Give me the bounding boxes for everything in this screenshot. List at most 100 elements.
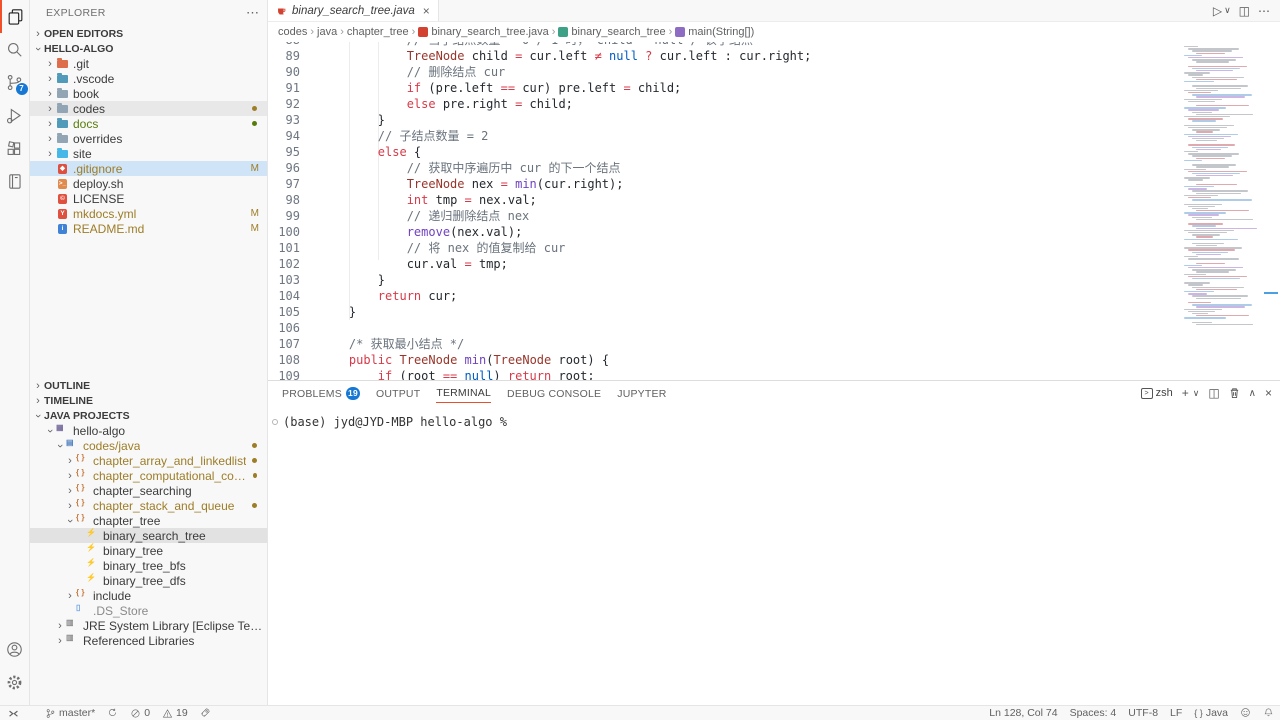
account-icon[interactable] (0, 633, 30, 666)
file-row-book[interactable]: ›book (30, 86, 267, 101)
tab-close-icon[interactable]: × (423, 4, 430, 18)
code-line-108[interactable]: 108 public TreeNode min(TreeNode root) { (268, 352, 1184, 368)
editor-scrollbar[interactable] (1262, 42, 1280, 380)
status-sync[interactable] (101, 707, 124, 718)
java-project-.ds_store[interactable]: ▯.DS_Store (30, 603, 267, 618)
tab-binary-search-tree[interactable]: binary_search_tree.java × (268, 0, 439, 21)
file-row-deploy.sh[interactable]: >_deploy.sh (30, 176, 267, 191)
new-terminal-icon[interactable]: + (1182, 386, 1189, 400)
run-dropdown-icon[interactable]: ∨ (1224, 5, 1231, 16)
code-line-95[interactable]: 95 else { (268, 144, 1184, 160)
file-row-.git[interactable]: ›.git (30, 56, 267, 71)
java-project-binary_tree[interactable]: ⚡binary_tree (30, 543, 267, 558)
breadcrumb-item[interactable]: binary_search_tree.java (418, 26, 548, 38)
status-eol[interactable]: LF (1164, 707, 1188, 719)
minimap[interactable] (1184, 42, 1262, 326)
status-branch[interactable]: master* (39, 707, 101, 719)
split-terminal-icon[interactable]: ◫ (1208, 386, 1219, 400)
code-line-92[interactable]: 92 else pre.right = child; (268, 96, 1184, 112)
code-line-104[interactable]: 104 return cur; (268, 288, 1184, 304)
java-project-chapter_computational_complexity[interactable]: ›{ }chapter_computational_complexity (30, 468, 267, 483)
remote-indicator[interactable] (0, 706, 27, 720)
panel-tab-output[interactable]: OUTPUT (376, 384, 420, 403)
java-project-codesjava[interactable]: ›▤codes/java (30, 438, 267, 453)
status-notifications[interactable] (1257, 707, 1280, 718)
code-line-109[interactable]: 109 if (root == null) return root; (268, 368, 1184, 380)
panel-tab-jupyter[interactable]: JUPYTER (617, 384, 666, 403)
status-warnings[interactable]: 19 (156, 707, 194, 719)
run-java-button[interactable]: ▷ (1213, 4, 1222, 18)
more-actions-icon[interactable]: ⋯ (246, 5, 259, 21)
code-line-106[interactable]: 106 (268, 320, 1184, 336)
code-line-97[interactable]: 97 TreeNode nex = min(cur.right); (268, 176, 1184, 192)
file-row-site[interactable]: ›site (30, 146, 267, 161)
code-line-107[interactable]: 107 /* 获取最小结点 */ (268, 336, 1184, 352)
terminal-dropdown-icon[interactable]: ∨ (1193, 388, 1200, 399)
file-row-.gitignore[interactable]: ◆.gitignoreM (30, 161, 267, 176)
close-panel-icon[interactable]: × (1265, 386, 1272, 400)
timeline-section[interactable]: › TIMELINE (30, 393, 267, 408)
root-folder-section[interactable]: › HELLO-ALGO (30, 41, 267, 56)
settings-icon[interactable] (0, 666, 30, 699)
outline-section[interactable]: › OUTLINE (30, 378, 267, 393)
terminal[interactable]: (base) jyd@JYD-MBP hello-algo % (268, 405, 1280, 429)
code-line-99[interactable]: 99 // 递归删除结点 nex (268, 208, 1184, 224)
search-icon[interactable] (0, 33, 30, 66)
code-line-105[interactable]: 105 } (268, 304, 1184, 320)
run-debug-icon[interactable] (0, 99, 30, 132)
file-row-docs[interactable]: ›docs (30, 116, 267, 131)
java-project-jresystemlibraryeclipsetemurin1717....[interactable]: ›▥JRE System Library [Eclipse Temurin 17… (30, 618, 267, 633)
java-project-chapter_stack_and_queue[interactable]: ›{ }chapter_stack_and_queue (30, 498, 267, 513)
panel-tab-problems[interactable]: PROBLEMS19 (282, 383, 360, 403)
panel-tab-terminal[interactable]: TERMINAL (436, 383, 491, 403)
status-errors[interactable]: 0 (124, 707, 156, 719)
explorer-icon[interactable] (0, 0, 30, 33)
maximize-panel-icon[interactable]: ∧ (1249, 388, 1256, 399)
status-cursor-position[interactable]: Ln 128, Col 74 (983, 707, 1063, 719)
file-row-license[interactable]: ©LICENSE (30, 191, 267, 206)
java-projects-section[interactable]: › JAVA PROJECTS (30, 408, 267, 423)
code-editor[interactable]: 88 // 当子结点数量 = 0 / 1 时， child = null / 该… (268, 42, 1280, 380)
file-row-codes[interactable]: ›codes (30, 101, 267, 116)
kill-terminal-icon[interactable] (1229, 387, 1240, 399)
status-feedback[interactable] (1234, 707, 1257, 718)
code-line-96[interactable]: 96 // 获取中序遍历中 cur 的下一个结点 (268, 160, 1184, 176)
status-encoding[interactable]: UTF-8 (1122, 707, 1164, 719)
java-project-chapter_array_and_linkedlist[interactable]: ›{ }chapter_array_and_linkedlist (30, 453, 267, 468)
terminal-shell-item[interactable]: > zsh (1141, 387, 1173, 399)
java-project-include[interactable]: ›{ }include (30, 588, 267, 603)
breadcrumb-item[interactable]: java (317, 26, 337, 38)
code-line-91[interactable]: 91 if (pre.left == cur) pre.left = child… (268, 80, 1184, 96)
file-row-mkdocs.yml[interactable]: Ymkdocs.ymlM (30, 206, 267, 221)
open-editors-section[interactable]: › OPEN EDITORS (30, 26, 267, 41)
file-row-.vscode[interactable]: ›.vscode (30, 71, 267, 86)
panel-tab-debug-console[interactable]: DEBUG CONSOLE (507, 384, 601, 403)
code-line-93[interactable]: 93 } (268, 112, 1184, 128)
java-project-hello-algo[interactable]: ›▦hello-algo (30, 423, 267, 438)
notebook-icon[interactable] (0, 165, 30, 198)
java-project-binary_tree_dfs[interactable]: ⚡binary_tree_dfs (30, 573, 267, 588)
java-project-binary_tree_bfs[interactable]: ⚡binary_tree_bfs (30, 558, 267, 573)
java-project-chapter_searching[interactable]: ›{ }chapter_searching (30, 483, 267, 498)
more-actions-icon[interactable]: ⋯ (1258, 4, 1270, 18)
status-language-mode[interactable]: { }Java (1188, 707, 1234, 719)
code-line-89[interactable]: 89 TreeNode child = cur.left ≠ null ? cu… (268, 48, 1184, 64)
java-project-binary_search_tree[interactable]: ⚡binary_search_tree (30, 528, 267, 543)
file-row-readme.md[interactable]: iREADME.mdM (30, 221, 267, 236)
code-line-98[interactable]: 98 int tmp = nex.val; (268, 192, 1184, 208)
java-project-referencedlibraries[interactable]: ›▥Referenced Libraries (30, 633, 267, 648)
status-java-status[interactable] (194, 707, 217, 718)
status-indentation[interactable]: Spaces: 4 (1064, 707, 1123, 719)
breadcrumb-item[interactable]: binary_search_tree (558, 26, 665, 38)
breadcrumb-item[interactable]: main(String[]) (675, 26, 754, 38)
breadcrumb-item[interactable]: chapter_tree (347, 26, 409, 38)
java-project-chapter_tree[interactable]: ›{ }chapter_tree (30, 513, 267, 528)
extensions-icon[interactable] (0, 132, 30, 165)
code-line-94[interactable]: 94 // 子结点数量 = 2 (268, 128, 1184, 144)
file-row-overrides[interactable]: ›overrides (30, 131, 267, 146)
source-control-icon[interactable]: 7 (0, 66, 30, 99)
code-line-90[interactable]: 90 // 删除结点 cur (268, 64, 1184, 80)
breadcrumb-item[interactable]: codes (278, 26, 307, 38)
code-line-102[interactable]: 102 cur.val = tmp; (268, 256, 1184, 272)
code-line-100[interactable]: 100 remove(nex.val); (268, 224, 1184, 240)
